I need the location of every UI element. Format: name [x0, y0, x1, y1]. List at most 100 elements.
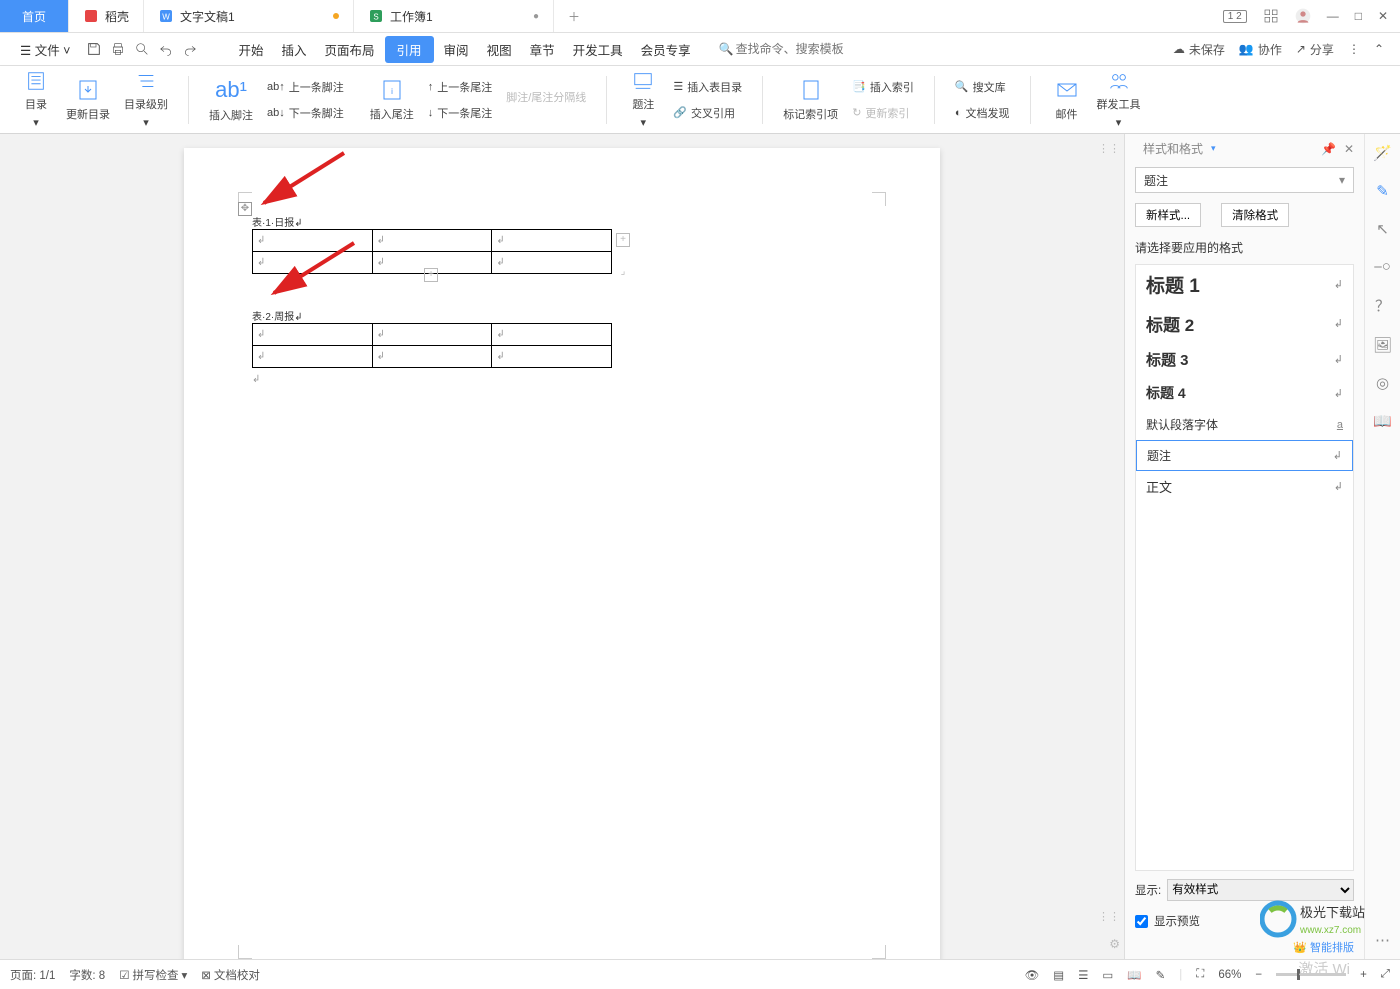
- mass-tool-button[interactable]: 群发工具▾: [1093, 68, 1145, 131]
- caption-2[interactable]: 表·2·周报↲: [252, 308, 872, 323]
- insert-fig-toc-button[interactable]: ☰ 插入表目录: [669, 77, 746, 97]
- style-item-h2[interactable]: 标题 2↲: [1136, 305, 1353, 343]
- menu-review[interactable]: 审阅: [436, 36, 477, 63]
- style-item-h3[interactable]: 标题 3↲: [1136, 343, 1353, 377]
- table-cell[interactable]: ↲: [253, 230, 373, 252]
- qat-save-icon[interactable]: [86, 41, 102, 57]
- paragraph-mark[interactable]: ↲: [252, 374, 872, 385]
- pin-panel-icon[interactable]: 📌: [1321, 142, 1336, 156]
- view-web-icon[interactable]: ▭: [1102, 968, 1113, 982]
- show-filter-select[interactable]: 有效样式: [1167, 879, 1354, 901]
- toc-button[interactable]: 目录▾: [16, 68, 56, 131]
- tab-doc1[interactable]: W 文字文稿1: [144, 0, 354, 32]
- view-write-icon[interactable]: ✎: [1156, 968, 1166, 982]
- smart-layout-link[interactable]: 👑 智能排版: [1293, 939, 1354, 955]
- table-cell[interactable]: ↲: [372, 346, 492, 368]
- table-move-handle-icon[interactable]: ✥: [238, 202, 252, 216]
- unsaved-indicator[interactable]: ☁ 未保存: [1173, 41, 1225, 58]
- table-2[interactable]: ↲↲↲ ↲↲↲: [252, 323, 612, 368]
- table-resize-handle-icon[interactable]: ⌟: [616, 266, 630, 280]
- proofread-button[interactable]: ⊠ 文档校对: [201, 967, 260, 983]
- sidebar-image-icon[interactable]: 🖼: [1373, 336, 1392, 354]
- new-style-button[interactable]: 新样式...: [1135, 203, 1201, 227]
- zoom-level[interactable]: 66%: [1218, 969, 1241, 981]
- collapse-ribbon-icon[interactable]: ⌃: [1374, 42, 1384, 56]
- table-cell[interactable]: ↲: [372, 230, 492, 252]
- ref-library-button[interactable]: 🔍 搜文库: [951, 77, 1014, 97]
- table-cell[interactable]: ↲: [253, 252, 373, 274]
- close-panel-icon[interactable]: ✕: [1344, 142, 1354, 156]
- table-cell[interactable]: ↲: [492, 252, 612, 274]
- close-button[interactable]: ✕: [1378, 9, 1388, 23]
- fullscreen-icon[interactable]: ⤢: [1381, 968, 1390, 981]
- add-column-handle-icon[interactable]: +: [616, 233, 630, 247]
- reader-mode-icon[interactable]: 1 2: [1223, 10, 1247, 23]
- page-indicator[interactable]: 页面: 1/1: [10, 967, 55, 983]
- prev-footnote-button[interactable]: ab↑ 上一条脚注: [263, 77, 348, 97]
- qat-print-icon[interactable]: [110, 41, 126, 57]
- view-page-icon[interactable]: ▤: [1053, 968, 1064, 982]
- clear-format-button[interactable]: 清除格式: [1221, 203, 1289, 227]
- tab-close-icon[interactable]: ●: [533, 11, 539, 22]
- add-row-handle-icon[interactable]: +: [424, 268, 438, 282]
- mail-button[interactable]: 邮件: [1047, 68, 1087, 131]
- collab-button[interactable]: 👥 协作: [1239, 41, 1282, 58]
- toc-level-button[interactable]: 目录级别▾: [120, 68, 172, 131]
- zoom-slider[interactable]: [1276, 973, 1346, 976]
- qat-preview-icon[interactable]: [134, 41, 150, 57]
- menu-start[interactable]: 开始: [230, 36, 271, 63]
- mark-index-button[interactable]: 标记索引项: [779, 68, 842, 131]
- focus-mode-icon[interactable]: 👁: [1025, 968, 1040, 982]
- next-endnote-button[interactable]: ↓ 下一条尾注: [424, 103, 497, 123]
- insert-footnote-button[interactable]: ab¹插入脚注: [205, 68, 257, 131]
- minimize-button[interactable]: —: [1327, 9, 1339, 23]
- sidebar-styles-icon[interactable]: ✎: [1376, 182, 1389, 200]
- panel-settings-icon[interactable]: ⚙: [1109, 937, 1120, 951]
- file-menu[interactable]: ☰ 文件 ˅: [12, 36, 78, 63]
- style-item-default-font[interactable]: 默认段落字体a: [1136, 410, 1353, 440]
- table-cell[interactable]: ↲: [492, 324, 612, 346]
- view-read-icon[interactable]: 📖: [1127, 968, 1141, 982]
- zoom-out-button[interactable]: −: [1255, 969, 1262, 981]
- caption-button[interactable]: 题注▾: [623, 68, 663, 131]
- current-style-select[interactable]: 题注▾: [1135, 167, 1354, 193]
- sidebar-settings-icon[interactable]: ⎯○: [1374, 258, 1391, 275]
- menu-chapter[interactable]: 章节: [522, 36, 563, 63]
- zoom-in-button[interactable]: +: [1360, 969, 1367, 981]
- more-menu-icon[interactable]: ⋮: [1348, 42, 1360, 56]
- menu-references[interactable]: 引用: [385, 36, 434, 63]
- app-grid-icon[interactable]: [1263, 8, 1279, 24]
- spellcheck-toggle[interactable]: ☑ 拼写检查 ▾: [119, 967, 187, 983]
- zoom-fit-icon[interactable]: ⛶: [1196, 968, 1204, 981]
- update-toc-button[interactable]: 更新目录: [62, 68, 114, 131]
- sidebar-more-icon[interactable]: ⋯: [1375, 931, 1390, 949]
- user-avatar[interactable]: [1295, 8, 1311, 24]
- new-tab-button[interactable]: ＋: [554, 0, 594, 32]
- table-cell[interactable]: ↲: [253, 324, 373, 346]
- sidebar-help-icon[interactable]: ？: [1375, 295, 1390, 316]
- prev-endnote-button[interactable]: ↑ 上一条尾注: [424, 77, 497, 97]
- sidebar-select-icon[interactable]: ↖: [1376, 220, 1389, 238]
- table-cell[interactable]: ↲: [492, 346, 612, 368]
- share-button[interactable]: ↗ 分享: [1296, 41, 1334, 58]
- sidebar-read-icon[interactable]: 📖: [1373, 412, 1392, 430]
- sidebar-location-icon[interactable]: ◎: [1376, 374, 1389, 392]
- next-footnote-button[interactable]: ab↓ 下一条脚注: [263, 103, 348, 123]
- table-cell[interactable]: ↲: [253, 346, 373, 368]
- show-preview-checkbox[interactable]: [1135, 915, 1148, 928]
- command-search-input[interactable]: [736, 42, 876, 56]
- caption-1[interactable]: 表·1·日报↲: [252, 214, 872, 229]
- style-item-h4[interactable]: 标题 4↲: [1136, 377, 1353, 410]
- table-cell[interactable]: ↲: [492, 230, 612, 252]
- tab-home[interactable]: 首页: [0, 0, 69, 32]
- view-outline-icon[interactable]: ☰: [1078, 968, 1088, 982]
- style-item-h1[interactable]: 标题 1↲: [1136, 265, 1353, 305]
- menu-insert[interactable]: 插入: [274, 36, 315, 63]
- panel-drag-handle-icon[interactable]: ⋮⋮: [1098, 142, 1120, 155]
- panel-drag-handle-icon[interactable]: ⋮⋮: [1098, 910, 1120, 923]
- maximize-button[interactable]: □: [1355, 9, 1362, 23]
- style-item-caption[interactable]: 题注↲: [1136, 440, 1353, 471]
- menu-member[interactable]: 会员专享: [633, 36, 699, 63]
- menu-layout[interactable]: 页面布局: [317, 36, 383, 63]
- document-canvas[interactable]: ✥ 表·1·日报↲ ↲↲↲ ↲↲↲ + + ⌟ 表·2·周报↲ ↲↲↲ ↲↲↲ …: [0, 134, 1124, 959]
